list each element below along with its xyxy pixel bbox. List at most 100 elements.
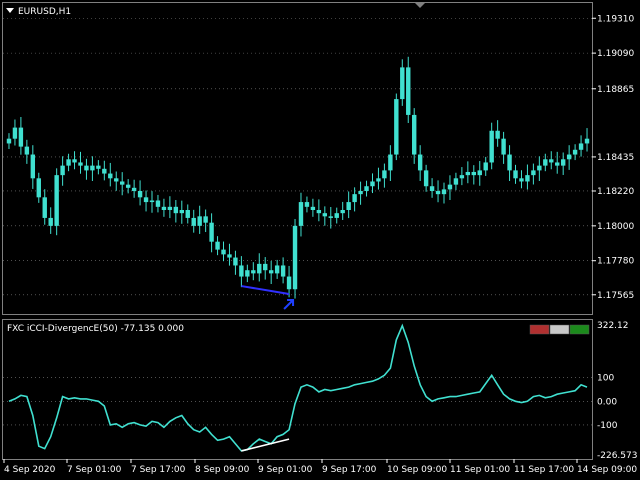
candle-body <box>519 178 524 182</box>
candle-body <box>120 181 125 185</box>
candle-body <box>394 99 399 155</box>
indicator-buttons <box>529 324 590 335</box>
candle-body <box>566 154 572 160</box>
candle-body <box>268 270 274 274</box>
candle-body <box>543 159 548 166</box>
candle-body <box>292 225 298 290</box>
candle-body <box>304 202 310 207</box>
candle-body <box>257 263 262 274</box>
candle-body <box>185 210 190 218</box>
candle-body <box>72 159 77 163</box>
grey-button[interactable] <box>549 324 570 335</box>
candle-body <box>203 216 208 223</box>
candle-body <box>406 67 411 115</box>
candle-body <box>12 127 18 139</box>
candle-body <box>18 127 24 147</box>
candle-body <box>310 206 316 210</box>
candle-body <box>137 190 143 198</box>
up-arrow-icon <box>283 299 295 310</box>
candle-body <box>36 178 41 198</box>
candle-body <box>108 173 113 179</box>
candle-body <box>471 171 476 176</box>
candle-body <box>263 263 268 271</box>
candle-body <box>316 210 322 214</box>
candle-body <box>251 270 256 274</box>
candle-body <box>125 184 131 188</box>
candle-body <box>400 67 405 100</box>
red-button[interactable] <box>529 324 550 335</box>
chart-window[interactable]: EURUSD,H1 FXC iCCI-DivergencE(50) -77.13… <box>0 0 640 480</box>
candle-body <box>84 165 89 171</box>
candle-body <box>227 254 232 258</box>
green-button[interactable] <box>569 324 590 335</box>
dropdown-triangle-icon[interactable] <box>6 8 14 13</box>
price-tick-label: 1.19090 <box>597 49 634 59</box>
candle-body <box>221 249 226 255</box>
candle-body <box>429 186 435 191</box>
time-tick-label: 9 Sep 17:00 <box>322 465 377 475</box>
candle-body <box>60 165 65 176</box>
candle-body <box>501 138 506 155</box>
candle-body <box>334 213 339 218</box>
candle-body <box>328 216 333 218</box>
indicator-tick-label: 322.12 <box>597 321 629 331</box>
candle-body <box>179 210 184 214</box>
candle-body <box>537 165 542 171</box>
candle-body <box>531 170 536 176</box>
candle-body <box>274 265 280 274</box>
candle-body <box>322 213 328 217</box>
candle-body <box>578 143 584 150</box>
candle-body <box>525 175 530 182</box>
time-tick-label: 11 Sep 01:00 <box>450 465 510 475</box>
shift-marker-icon[interactable] <box>415 3 425 8</box>
time-tick-label: 9 Sep 01:00 <box>258 465 313 475</box>
candle-body <box>382 170 387 179</box>
candle-body <box>167 206 173 210</box>
candle-body <box>245 270 250 277</box>
candle-body <box>513 170 518 179</box>
time-axis: 4 Sep 2020 7 Sep 01:00 7 Sep 17:00 8 Sep 09… <box>3 459 637 475</box>
candle-body <box>435 190 441 195</box>
candle-body <box>495 130 500 139</box>
candle-body <box>161 206 167 210</box>
candle-body <box>66 159 71 166</box>
candle-body <box>346 202 351 210</box>
time-tick-label: 14 Sep 09:00 <box>577 465 637 475</box>
candle-body <box>465 171 471 176</box>
candle-body <box>114 178 119 182</box>
symbol-label: EURUSD,H1 <box>18 7 71 17</box>
candle-body <box>555 162 560 166</box>
candle-body <box>131 187 137 191</box>
candle-body <box>54 175 59 226</box>
indicator-label: FXC iCCI-DivergencE(50) -77.135 0.000 <box>7 324 184 334</box>
time-tick-label: 11 Sep 17:00 <box>514 465 574 475</box>
candle-body <box>412 114 417 155</box>
indicator-tick-label: 0.00 <box>597 397 617 407</box>
price-tick-label: 1.18000 <box>597 222 634 232</box>
candle-body <box>572 149 578 155</box>
candle-body <box>42 197 47 218</box>
candle-body <box>30 154 36 179</box>
candle-body <box>96 165 101 169</box>
candle-body <box>447 184 453 190</box>
candle-body <box>215 241 220 250</box>
indicator-panel-frame <box>2 319 593 460</box>
candle-body <box>489 130 494 163</box>
candle-body <box>78 162 83 166</box>
candle-body <box>477 170 482 176</box>
candle-body <box>441 189 447 195</box>
price-axis: 1.19310 1.19090 1.18865 1.18435 1.18220 1.180… <box>592 14 634 301</box>
candle-body <box>286 276 292 290</box>
candle-body <box>453 178 459 185</box>
candle-body <box>459 175 465 179</box>
indicator-tick-label: -226.573 <box>597 451 637 461</box>
candle-body <box>280 265 286 277</box>
candle-body <box>6 138 12 144</box>
price-tick-label: 1.19310 <box>597 14 634 24</box>
candle-body <box>388 154 393 171</box>
candle-body <box>584 138 590 144</box>
candle-body <box>48 217 53 226</box>
candle-body <box>423 170 429 187</box>
candle-body <box>560 159 566 166</box>
cci-line <box>8 323 588 452</box>
